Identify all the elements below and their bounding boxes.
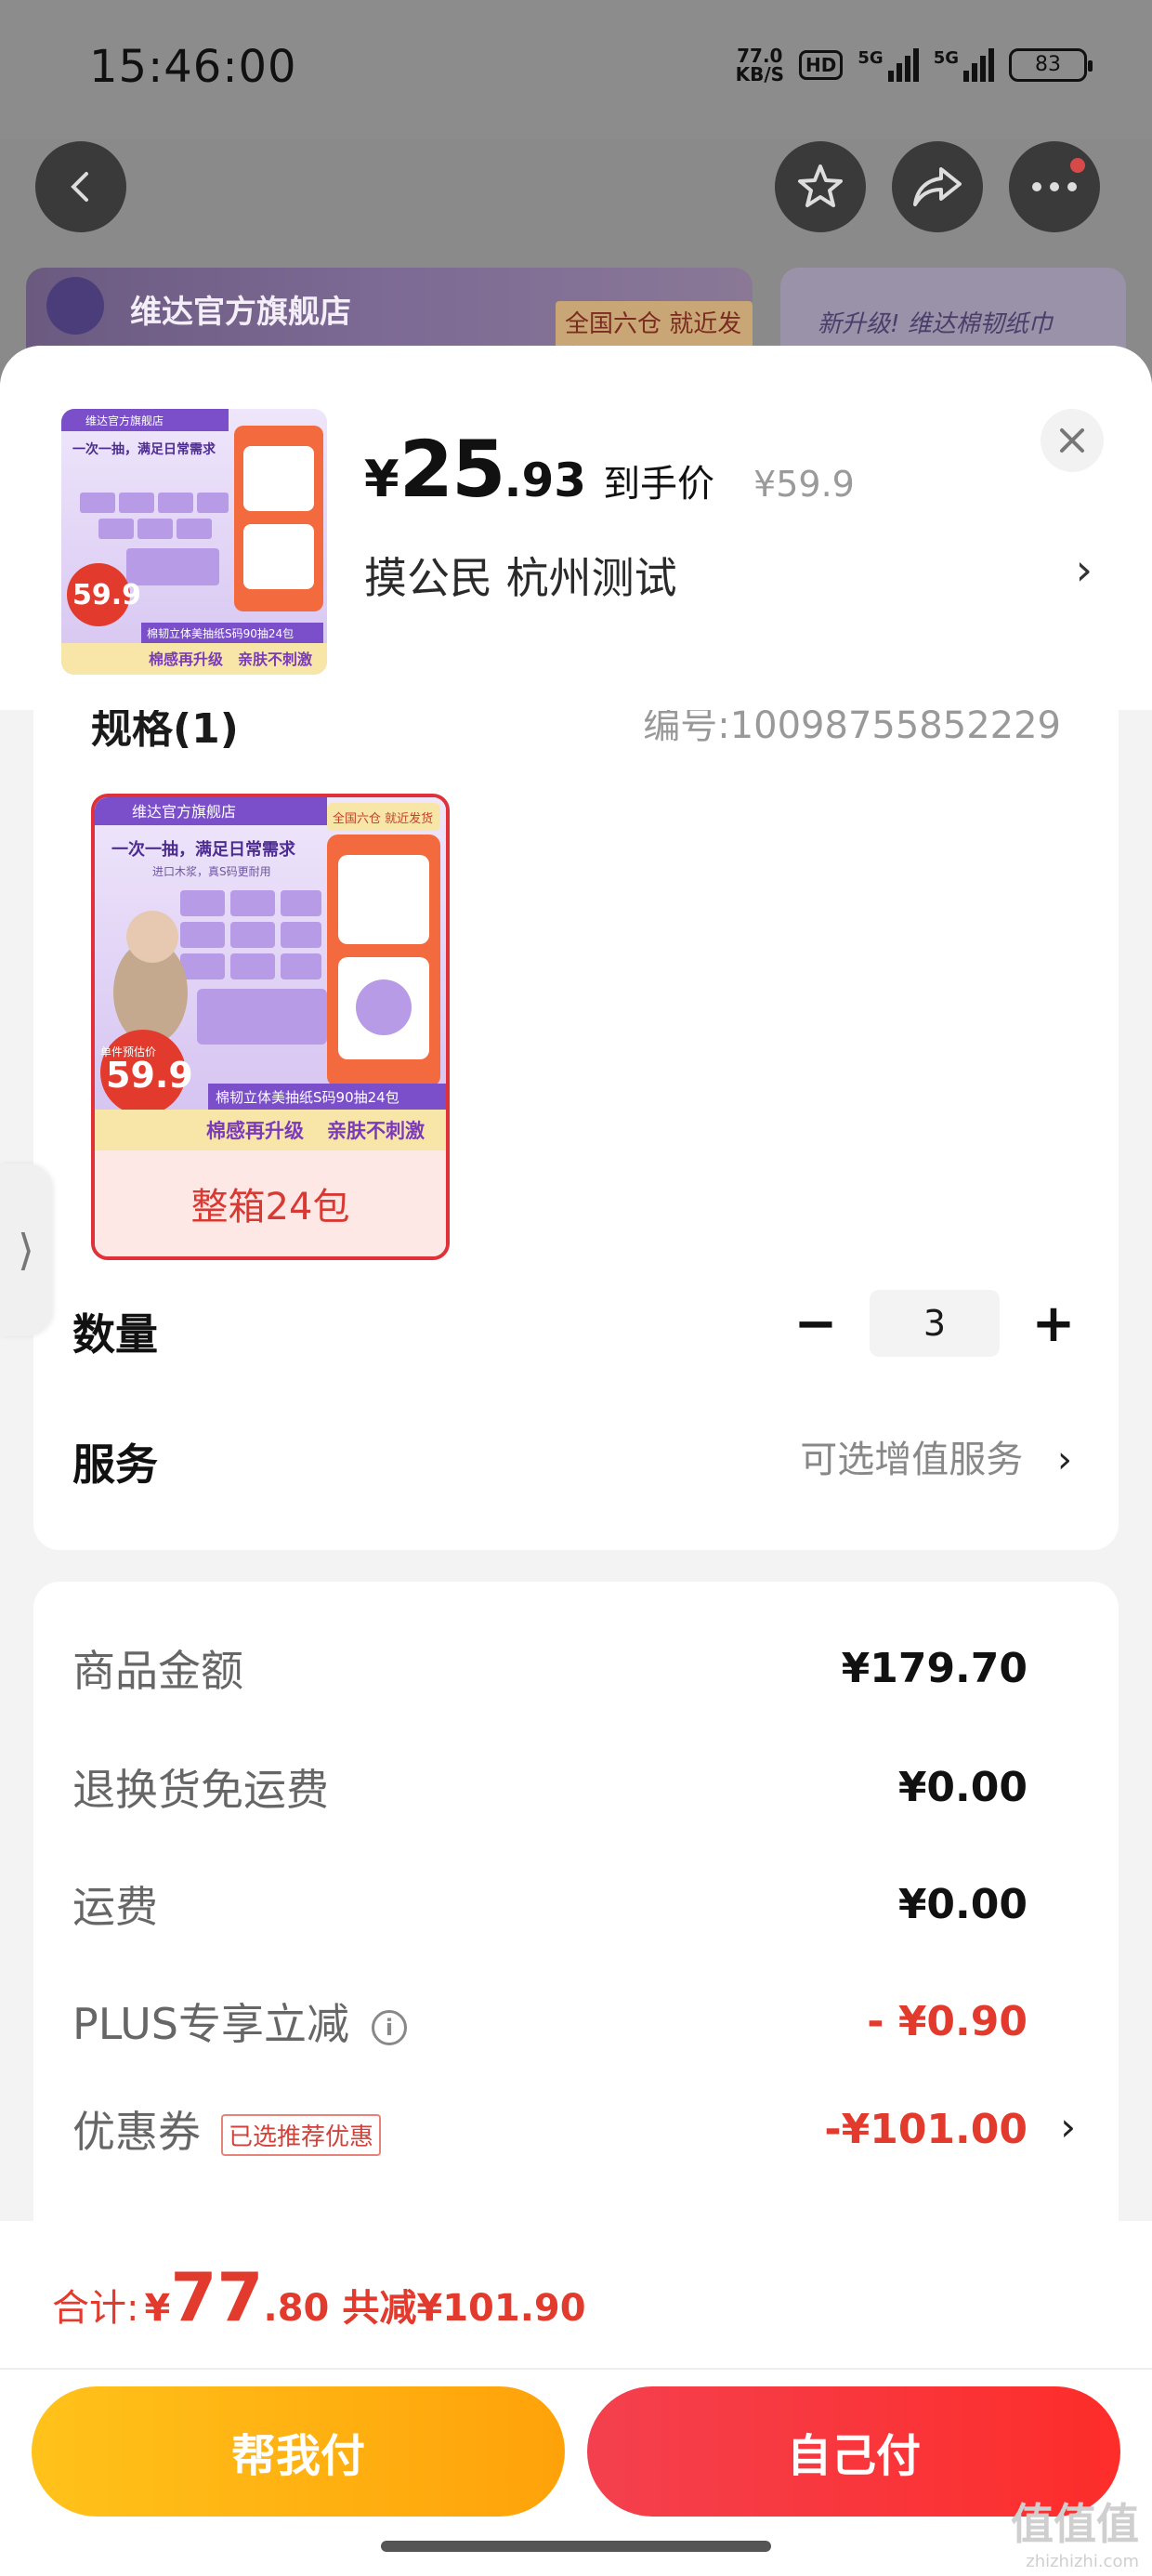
- hd-icon: HD: [799, 50, 844, 80]
- side-drawer-handle[interactable]: ⟩: [0, 1163, 52, 1336]
- info-icon[interactable]: i: [371, 2009, 407, 2045]
- chevron-left-icon: [71, 172, 88, 202]
- quantity-increase-button[interactable]: +: [1031, 1294, 1076, 1354]
- fee-row-return: 退换货免运费 ¥0.00: [72, 1763, 1028, 1816]
- star-icon: [798, 164, 843, 207]
- options-card: 规格(1) 编号:10098755852229 维达官方旗舰店 一次一抽，满足日…: [33, 710, 1119, 1550]
- more-dots-icon: [1032, 182, 1077, 191]
- close-button[interactable]: [1041, 409, 1104, 472]
- coupon-chevron-icon[interactable]: ›: [1060, 2104, 1076, 2149]
- product-price: ¥ 25 .93 到手价 ¥59.9: [364, 424, 855, 515]
- net-speed: 77.0 KB/S: [735, 45, 785, 85]
- svg-text:棉感再升级: 棉感再升级: [206, 1120, 304, 1142]
- store-logo: [46, 277, 104, 335]
- address-chevron-icon[interactable]: ›: [1076, 545, 1093, 595]
- promo-banner-text: 新升级! 维达棉韧纸巾: [818, 310, 1053, 338]
- share-icon: [913, 167, 962, 206]
- signal-icon-2: 5G: [934, 48, 994, 82]
- original-price: ¥59.9: [753, 464, 855, 505]
- favorite-button[interactable]: [775, 141, 866, 232]
- chevron-right-icon: ›: [1057, 1439, 1072, 1481]
- help-pay-button[interactable]: 帮我付: [32, 2386, 565, 2517]
- svg-text:进口木浆，真S码更耐用: 进口木浆，真S码更耐用: [152, 864, 271, 878]
- more-button[interactable]: [1009, 141, 1100, 232]
- spec-option-selected[interactable]: 维达官方旗舰店 一次一抽，满足日常需求 进口木浆，真S码更耐用 全国六仓 就近发…: [91, 794, 450, 1260]
- total-bar: 合计: ¥ 77 .80 共减¥101.90: [0, 2221, 1152, 2370]
- store-banner-title: 维达官方旗舰店: [130, 294, 351, 331]
- svg-text:棉韧立体美抽纸S码90抽24包: 棉韧立体美抽纸S码90抽24包: [147, 626, 294, 640]
- order-total: 合计: ¥ 77 .80 共减¥101.90: [52, 2258, 586, 2336]
- spec-title: 规格(1): [91, 710, 239, 753]
- signal-icon: 5G: [857, 48, 919, 82]
- status-bar: 15:46:00 77.0 KB/S HD 5G 5G 83: [0, 0, 1152, 139]
- close-icon: [1060, 428, 1084, 453]
- svg-text:全国六仓 就近发货: 全国六仓 就近发货: [333, 811, 433, 826]
- action-bar: 帮我付 自己付 值值值 zhizhizhi.com: [0, 2370, 1152, 2576]
- svg-text:59.9: 59.9: [72, 579, 141, 611]
- svg-text:维达官方旗舰店: 维达官方旗舰店: [132, 803, 236, 821]
- svg-text:棉感再升级: 棉感再升级: [149, 651, 224, 668]
- delivery-address[interactable]: 摸公民 杭州测试: [364, 545, 677, 606]
- quantity-input[interactable]: 3: [870, 1290, 1000, 1357]
- fee-row-shipping: 运费 ¥0.00: [72, 1880, 1028, 1933]
- home-indicator[interactable]: [381, 2541, 771, 2552]
- svg-text:亲肤不刺激: 亲肤不刺激: [238, 651, 312, 668]
- price-tag: 到手价: [603, 463, 715, 506]
- service-label: 服务: [72, 1439, 158, 1490]
- battery-icon: 83: [1009, 48, 1093, 82]
- fee-row-coupon[interactable]: 优惠券 已选推荐优惠 -¥101.00: [72, 2098, 1028, 2160]
- svg-text:一次一抽，满足日常需求: 一次一抽，满足日常需求: [111, 839, 296, 860]
- back-button[interactable]: [35, 141, 126, 232]
- svg-text:棉韧立体美抽纸S码90抽24包: 棉韧立体美抽纸S码90抽24包: [216, 1089, 399, 1106]
- fee-row-plus: PLUS专享立减 i - ¥0.90: [72, 1997, 1028, 2050]
- status-icons: 77.0 KB/S HD 5G 5G 83: [735, 45, 1093, 85]
- service-value: 可选增值服务: [800, 1439, 1024, 1481]
- spec-number: 编号:10098755852229: [643, 710, 1061, 747]
- coupon-badge: 已选推荐优惠: [221, 2114, 382, 2156]
- sheet-header: 维达官方旗舰店 一次一抽，满足日常需求 59.9 棉韧立体美抽纸S码90抽24包…: [0, 346, 1152, 710]
- quantity-stepper: − 3 +: [793, 1290, 1076, 1357]
- svg-text:亲肤不刺激: 亲肤不刺激: [327, 1120, 425, 1142]
- svg-text:维达官方旗舰店: 维达官方旗舰店: [85, 414, 164, 427]
- product-thumbnail: 维达官方旗舰店 一次一抽，满足日常需求 59.9 棉韧立体美抽纸S码90抽24包…: [61, 409, 327, 675]
- watermark: 值值值 zhizhizhi.com: [1011, 2499, 1139, 2571]
- svg-text:一次一抽，满足日常需求: 一次一抽，满足日常需求: [72, 441, 216, 457]
- total-savings: 共减¥101.90: [342, 2287, 586, 2330]
- spec-option-label: 整箱24包: [95, 1150, 446, 1256]
- fee-details-card: 商品金额 ¥179.70 退换货免运费 ¥0.00 运费 ¥0.00 PLUS专…: [33, 1582, 1119, 2251]
- quantity-label: 数量: [72, 1309, 158, 1360]
- spec-option-image: 维达官方旗舰店 一次一抽，满足日常需求 进口木浆，真S码更耐用 全国六仓 就近发…: [95, 797, 446, 1150]
- notification-dot: [1070, 158, 1085, 173]
- quantity-decrease-button[interactable]: −: [793, 1294, 838, 1354]
- status-time: 15:46:00: [89, 41, 297, 93]
- share-button[interactable]: [892, 141, 983, 232]
- svg-text:59.9: 59.9: [106, 1055, 193, 1096]
- fee-row-goods: 商品金额 ¥179.70: [72, 1644, 1028, 1697]
- chevron-right-icon: ⟩: [18, 1225, 34, 1275]
- service-selector[interactable]: 可选增值服务 ›: [800, 1429, 1072, 1483]
